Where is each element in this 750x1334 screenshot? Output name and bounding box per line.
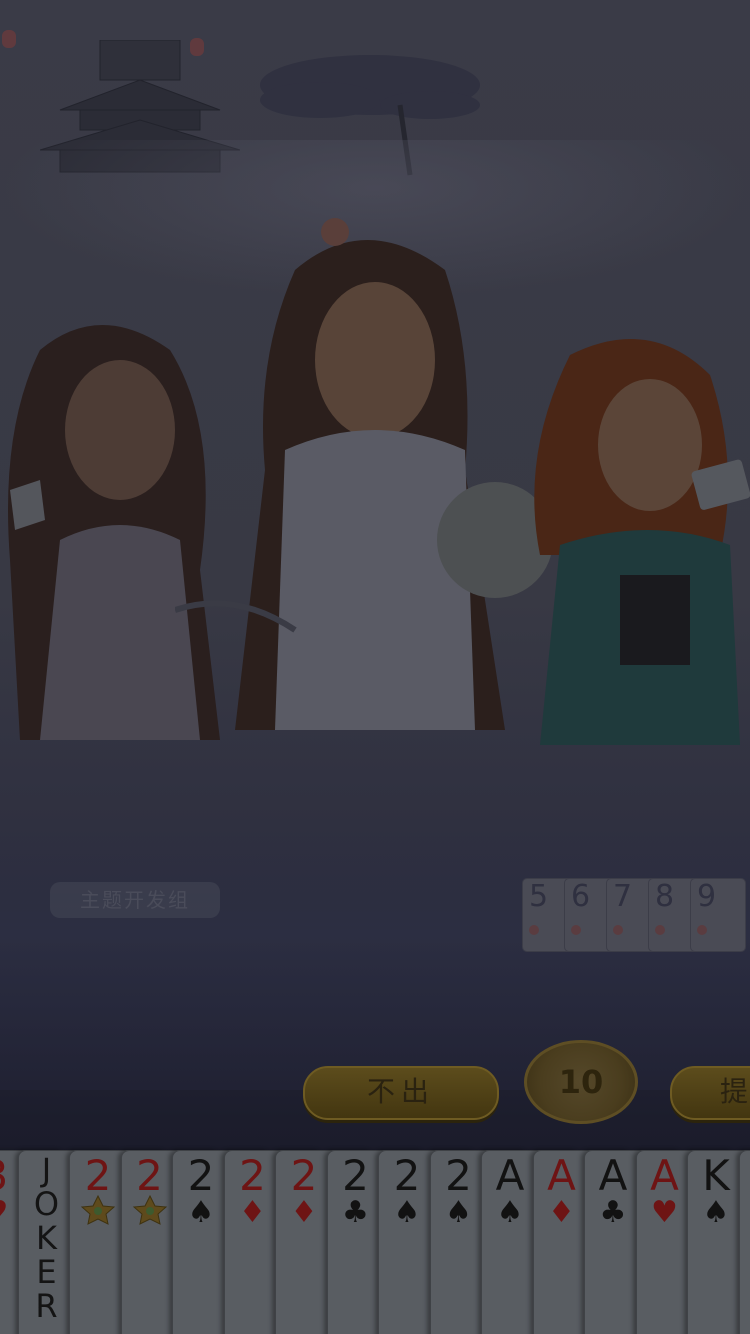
card-rank: 2 (393, 1151, 421, 1200)
spade-icon: ♠ (187, 1195, 215, 1230)
player-hand: 3♥J O K E R222♠2♦2♦2♣2♠2♠A♠A♦A♣A♥K♠K♥ (0, 1150, 750, 1334)
joker-label: J O K E R (33, 1151, 60, 1325)
heart-icon: ♥ (0, 1197, 19, 1229)
card-rank: A (598, 1151, 628, 1200)
card-rank: 2 (239, 1151, 266, 1200)
star-icon (130, 1194, 170, 1225)
played-card-rank: 5 (529, 879, 549, 914)
heart-icon (697, 925, 707, 935)
diamond-icon: ♦ (290, 1195, 318, 1230)
spade-icon: ♠ (445, 1195, 472, 1230)
heart-icon (655, 925, 665, 935)
timer-value: 10 (558, 1063, 604, 1101)
played-card: 9 (690, 878, 746, 952)
heart-icon (571, 925, 581, 935)
countdown-timer: 10 (516, 1040, 646, 1124)
lantern-icon (2, 30, 16, 48)
played-card-rank: 7 (613, 879, 633, 914)
played-card-rank: 6 (571, 879, 591, 914)
card-rank: A (547, 1151, 576, 1200)
character-right (500, 325, 750, 745)
heart-icon: ♥ (744, 1197, 750, 1229)
spade-icon: ♠ (702, 1195, 730, 1230)
pass-button[interactable]: 不出 (303, 1066, 499, 1120)
card-rank: A (650, 1151, 679, 1200)
card-rank: 2 (445, 1151, 472, 1200)
diamond-icon: ♦ (239, 1195, 266, 1230)
hint-text-pill: 主题开发组 (50, 882, 220, 918)
played-card-rank: 9 (697, 879, 717, 914)
played-cards: 56789 (522, 878, 746, 952)
card-rank: K (744, 1153, 750, 1199)
club-icon: ♣ (342, 1195, 369, 1230)
heart-icon: ♥ (651, 1195, 678, 1230)
card-rank: 3 (0, 1153, 19, 1199)
played-card-rank: 8 (655, 879, 675, 914)
star-icon (78, 1194, 118, 1225)
card-rank: 2 (84, 1151, 112, 1200)
diamond-icon: ♦ (548, 1195, 575, 1230)
hand-card[interactable]: K♥ (738, 1150, 750, 1334)
spade-icon: ♠ (393, 1195, 421, 1230)
card-rank: A (495, 1151, 525, 1200)
card-rank: 2 (342, 1151, 369, 1200)
card-rank: 2 (290, 1151, 318, 1200)
card-rank: 2 (136, 1151, 163, 1200)
character-center (175, 210, 555, 730)
hint-button[interactable]: 提 (670, 1066, 750, 1120)
card-rank: K (702, 1151, 730, 1200)
lantern-icon (190, 38, 204, 56)
card-rank: 2 (187, 1151, 215, 1200)
spade-icon: ♠ (496, 1195, 524, 1230)
heart-icon (529, 925, 539, 935)
heart-icon (613, 925, 623, 935)
club-icon: ♣ (599, 1195, 627, 1230)
game-screen: 主题开发组 56789 不出 10 提 3♥J O K E R222♠2♦2♦2… (0, 0, 750, 1334)
